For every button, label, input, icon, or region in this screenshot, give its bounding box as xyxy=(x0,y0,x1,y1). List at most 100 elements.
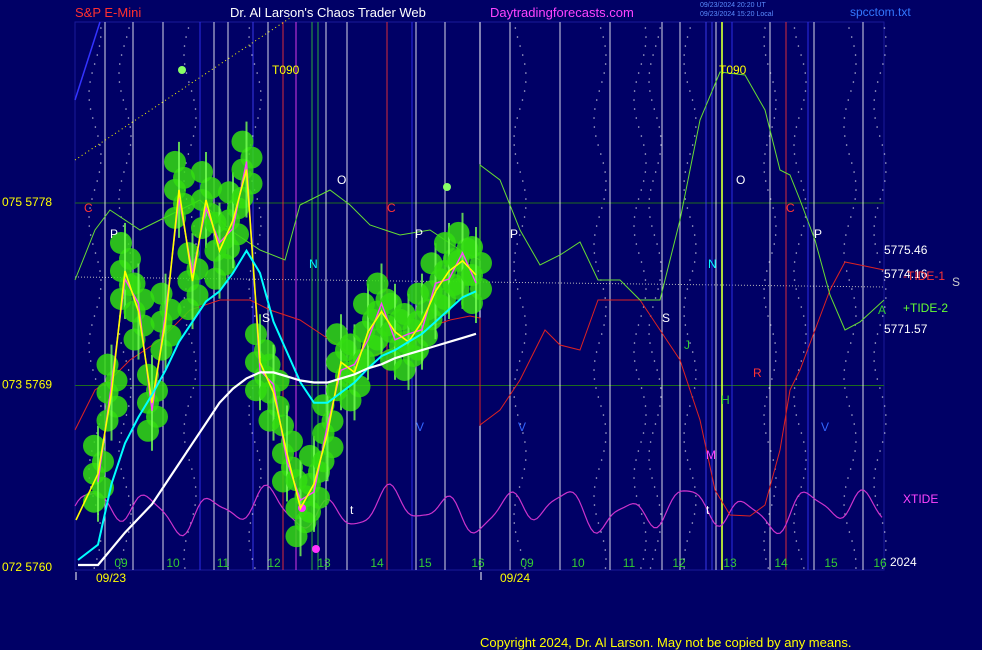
x-tick-label: 14 xyxy=(774,556,788,570)
forecast-dot xyxy=(793,135,796,137)
forecast-dot xyxy=(89,360,92,362)
forecast-dot xyxy=(691,270,694,272)
forecast-dot xyxy=(645,414,647,416)
forecast-dot xyxy=(129,504,132,506)
forecast-dot xyxy=(193,99,195,101)
tide-minus-label: -TIDE-1 xyxy=(903,269,945,283)
forecast-dot xyxy=(795,252,798,254)
forecast-dot xyxy=(793,531,796,533)
forecast-dot xyxy=(194,108,197,110)
forecast-dot xyxy=(122,423,125,425)
forecast-dot xyxy=(852,207,855,209)
forecast-dot xyxy=(797,45,800,47)
forecast-dot xyxy=(260,477,262,479)
forecast-dot xyxy=(885,414,887,416)
forecast-dot xyxy=(604,189,607,191)
forecast-dot xyxy=(764,405,766,407)
forecast-dot xyxy=(605,558,607,560)
forecast-dot xyxy=(689,405,691,407)
marker-letter: O xyxy=(337,173,346,187)
forecast-dot xyxy=(843,135,846,137)
marker-letter: N xyxy=(309,257,318,271)
forecast-dot xyxy=(767,441,769,443)
forecast-dot xyxy=(516,369,518,371)
forecast-dot xyxy=(694,504,697,506)
forecast-dot xyxy=(260,468,262,470)
forecast-dot xyxy=(683,315,685,317)
forecast-dot xyxy=(845,108,847,110)
price-dot xyxy=(312,450,335,473)
forecast-dot xyxy=(127,531,130,533)
forecast-dot xyxy=(525,450,527,452)
timestamp-utc: 09/23/2024 20:20 UT xyxy=(700,2,766,9)
forecast-dot xyxy=(521,225,524,227)
forecast-dot xyxy=(637,126,640,128)
forecast-dot xyxy=(683,306,685,308)
forecast-dot xyxy=(881,522,884,524)
forecast-dot xyxy=(644,531,647,533)
forecast-dot xyxy=(604,315,607,317)
forecast-dot xyxy=(648,81,650,83)
forecast-dot xyxy=(600,405,602,407)
forecast-dot xyxy=(885,171,887,173)
forecast-dot xyxy=(660,396,662,398)
forecast-dot xyxy=(192,387,195,389)
forecast-dot xyxy=(89,81,91,83)
price-dot xyxy=(393,358,416,381)
forecast-dot xyxy=(800,180,802,182)
forecast-dot xyxy=(89,333,91,335)
forecast-dot xyxy=(644,297,647,299)
forecast-dot xyxy=(657,414,659,416)
forecast-dot xyxy=(798,549,800,551)
forecast-dot xyxy=(640,63,643,65)
x-tick-label: 16 xyxy=(471,556,485,570)
forecast-dot xyxy=(524,189,526,191)
forecast-dot xyxy=(633,486,636,488)
forecast-dot xyxy=(876,333,879,335)
forecast-dot xyxy=(642,180,645,182)
forecast-dot xyxy=(652,54,654,56)
forecast-dot xyxy=(644,45,647,47)
forecast-dot xyxy=(804,324,807,326)
forecast-dot xyxy=(683,441,685,443)
forecast-dot xyxy=(881,396,884,398)
forecast-dot xyxy=(882,189,884,191)
x-tick-label: 11 xyxy=(623,556,636,570)
forecast-dot xyxy=(693,108,696,110)
forecast-dot xyxy=(843,252,845,254)
forecast-dot xyxy=(651,225,653,227)
forecast-dot xyxy=(637,198,640,200)
forecast-dot xyxy=(514,126,517,128)
site-link[interactable]: Daytradingforecasts.com xyxy=(490,5,634,20)
forecast-dot xyxy=(763,162,765,164)
forecast-dot xyxy=(258,81,261,83)
forecast-dot xyxy=(775,477,777,479)
forecast-dot xyxy=(763,171,766,173)
forecast-dot xyxy=(128,153,130,155)
forecast-dot xyxy=(854,432,857,434)
forecast-dot xyxy=(188,81,190,83)
forecast-dot xyxy=(127,495,130,497)
forecast-dot xyxy=(769,324,772,326)
forecast-dot xyxy=(93,567,96,569)
forecast-dot xyxy=(795,504,797,506)
forecast-dot xyxy=(657,162,659,164)
forecast-dot xyxy=(249,45,251,47)
forecast-dot xyxy=(763,414,765,416)
forecast-dot xyxy=(683,54,685,56)
forecast-dot xyxy=(640,261,643,263)
forecast-dot xyxy=(642,558,645,560)
forecast-dot xyxy=(185,72,188,74)
forecast-dot xyxy=(847,225,849,227)
forecast-dot xyxy=(853,171,855,173)
forecast-dot xyxy=(125,108,127,110)
forecast-dot xyxy=(876,252,879,254)
forecast-dot xyxy=(524,315,526,317)
forecast-dot xyxy=(122,225,125,227)
forecast-dot xyxy=(118,441,121,443)
forecast-dot xyxy=(683,567,686,569)
forecast-dot xyxy=(689,216,691,218)
forecast-dot xyxy=(793,279,796,281)
forecast-dot xyxy=(190,144,192,146)
forecast-dot xyxy=(848,405,851,407)
